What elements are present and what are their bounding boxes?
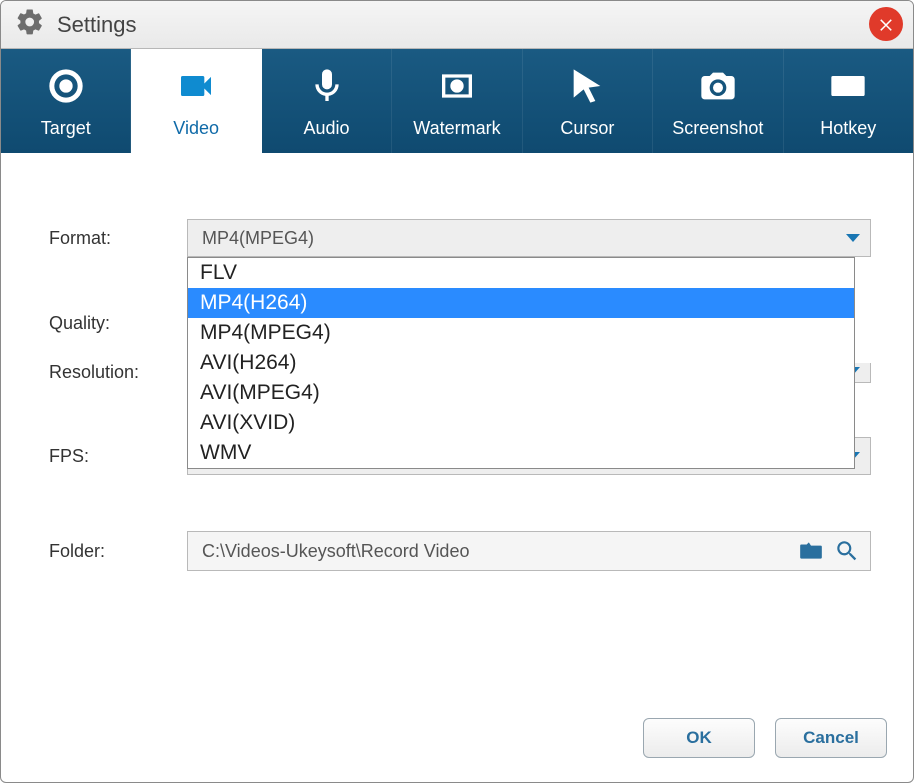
format-option[interactable]: MP4(H264) [188, 288, 854, 318]
title-bar: Settings [1, 1, 913, 49]
open-folder-icon[interactable] [798, 538, 824, 564]
format-selected-value: MP4(MPEG4) [202, 228, 314, 249]
settings-window: Settings Target Video Audio [0, 0, 914, 783]
gear-icon [15, 7, 45, 42]
browse-icon[interactable] [834, 538, 860, 564]
format-label: Format: [49, 228, 187, 249]
close-icon [877, 15, 895, 33]
keyboard-icon [828, 64, 868, 108]
format-option[interactable]: MP4(MPEG4) [188, 318, 854, 348]
folder-input[interactable]: C:\Videos-Ukeysoft\Record Video [187, 531, 871, 571]
format-row: Format: MP4(MPEG4) [49, 219, 871, 257]
tab-hotkey[interactable]: Hotkey [784, 49, 913, 153]
fps-label: FPS: [49, 446, 187, 467]
tab-bar: Target Video Audio Watermark Cursor [1, 49, 913, 153]
format-dropdown: FLV MP4(H264) MP4(MPEG4) AVI(H264) AVI(M… [187, 257, 855, 469]
settings-content: Format: MP4(MPEG4) Quality: Resolution: … [1, 153, 913, 571]
cursor-icon [567, 64, 607, 108]
format-option[interactable]: AVI(MPEG4) [188, 378, 854, 408]
tab-label: Hotkey [820, 118, 876, 139]
tab-label: Cursor [560, 118, 614, 139]
tab-label: Watermark [413, 118, 500, 139]
folder-row: Folder: C:\Videos-Ukeysoft\Record Video [49, 531, 871, 571]
tab-target[interactable]: Target [1, 49, 131, 153]
microphone-icon [307, 64, 347, 108]
tab-audio[interactable]: Audio [262, 49, 392, 153]
tab-cursor[interactable]: Cursor [523, 49, 653, 153]
ok-button[interactable]: OK [643, 718, 755, 758]
watermark-icon [437, 64, 477, 108]
folder-path-text: C:\Videos-Ukeysoft\Record Video [202, 541, 798, 562]
tab-label: Screenshot [672, 118, 763, 139]
tab-watermark[interactable]: Watermark [392, 49, 522, 153]
format-option[interactable]: WMV [188, 438, 854, 468]
tab-label: Target [41, 118, 91, 139]
window-title: Settings [57, 12, 137, 38]
format-option[interactable]: FLV [188, 258, 854, 288]
format-option[interactable]: AVI(XVID) [188, 408, 854, 438]
camera-icon [698, 64, 738, 108]
cancel-button[interactable]: Cancel [775, 718, 887, 758]
chevron-down-icon [846, 234, 860, 242]
tab-video[interactable]: Video [131, 49, 261, 153]
resolution-label: Resolution: [49, 362, 187, 383]
tab-screenshot[interactable]: Screenshot [653, 49, 783, 153]
format-select[interactable]: MP4(MPEG4) [187, 219, 871, 257]
folder-label: Folder: [49, 541, 187, 562]
video-icon [176, 64, 216, 108]
format-option[interactable]: AVI(H264) [188, 348, 854, 378]
dialog-buttons: OK Cancel [643, 718, 887, 758]
target-icon [46, 64, 86, 108]
quality-label: Quality: [49, 313, 187, 334]
close-button[interactable] [869, 7, 903, 41]
tab-label: Video [173, 118, 219, 139]
tab-label: Audio [304, 118, 350, 139]
